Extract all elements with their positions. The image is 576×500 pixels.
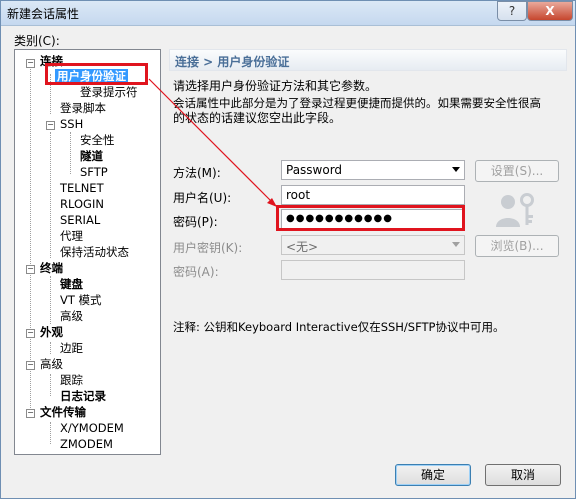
protocol-note: 注释: 公钥和Keyboard Interactive仅在SSH/SFTP协议中… <box>173 320 505 334</box>
user-key-label: 用户密钥(K): <box>173 241 243 255</box>
browse-button[interactable]: 浏览(B)... <box>475 235 559 257</box>
tree-item-vt-mode[interactable]: VT 模式 <box>60 293 102 308</box>
tree-item-login-script[interactable]: 登录脚本 <box>60 101 106 116</box>
tree-item-log[interactable]: 日志记录 <box>60 389 106 404</box>
tree-item-telnet[interactable]: TELNET <box>60 181 104 196</box>
tree-item-terminal-advanced[interactable]: 高级 <box>60 309 83 324</box>
collapse-toggle-icon[interactable]: − <box>26 409 35 418</box>
tree-line <box>50 342 51 354</box>
tree-item-keyboard[interactable]: 键盘 <box>60 277 83 292</box>
category-label: 类别(C): <box>14 34 60 48</box>
tree-line <box>50 374 51 396</box>
tree-item-appearance[interactable]: 外观 <box>40 325 63 340</box>
tree-line <box>50 422 51 444</box>
tree-item-security[interactable]: 安全性 <box>80 133 115 148</box>
tree-item-rlogin[interactable]: RLOGIN <box>60 197 104 212</box>
tree-item-proxy[interactable]: 代理 <box>60 229 83 244</box>
passphrase-label: 密码(A): <box>173 265 219 279</box>
ok-button[interactable]: 确定 <box>395 464 471 486</box>
passphrase-field[interactable] <box>281 260 465 280</box>
tree-item-terminal[interactable]: 终端 <box>40 261 63 276</box>
username-field[interactable]: root <box>281 185 465 205</box>
tree-item-login-prompts[interactable]: 登录提示符 <box>80 85 138 100</box>
tree-item-file-transfer[interactable]: 文件传输 <box>40 405 86 420</box>
tree-line <box>50 132 51 258</box>
chevron-down-icon <box>452 167 460 172</box>
cancel-button[interactable]: 取消 <box>485 464 561 486</box>
collapse-toggle-icon[interactable]: − <box>26 59 35 68</box>
chevron-down-icon <box>452 242 460 247</box>
tree-item-tunnel[interactable]: 隧道 <box>80 149 103 164</box>
tree-line <box>70 132 71 174</box>
user-key-select[interactable]: <无> <box>281 235 465 255</box>
method-select[interactable]: Password <box>281 160 465 180</box>
tree-item-margin[interactable]: 边距 <box>60 341 83 356</box>
close-button[interactable]: X <box>527 1 573 21</box>
user-key-value: <无> <box>286 240 319 254</box>
password-label: 密码(P): <box>173 215 218 229</box>
tree-item-sftp[interactable]: SFTP <box>80 165 108 180</box>
breadcrumb: 连接 > 用户身份验证 <box>175 55 290 69</box>
username-label: 用户名(U): <box>173 191 232 205</box>
collapse-toggle-icon[interactable]: − <box>26 361 35 370</box>
annotation-highlight-tree <box>45 63 148 85</box>
tree-item-keepalive[interactable]: 保持活动状态 <box>60 245 129 260</box>
tree-item-zmodem[interactable]: ZMODEM <box>60 437 113 452</box>
collapse-toggle-icon[interactable]: − <box>46 121 55 130</box>
user-key-icon <box>496 193 534 227</box>
tree-item-ssh[interactable]: SSH <box>60 117 83 132</box>
collapse-toggle-icon[interactable]: − <box>26 329 35 338</box>
annotation-highlight-password <box>276 205 465 231</box>
panel-header: 连接 > 用户身份验证 <box>169 49 567 71</box>
tree-line <box>50 276 51 324</box>
method-label: 方法(M): <box>173 166 221 180</box>
tree-item-xymodem[interactable]: X/YMODEM <box>60 421 124 436</box>
panel-description-3: 的状态的话建议您空出此字段。 <box>173 111 342 125</box>
settings-button[interactable]: 设置(S)... <box>475 160 559 182</box>
panel-description: 请选择用户身份验证方法和其它参数。 <box>173 79 378 93</box>
window-title: 新建会话属性 <box>7 7 80 21</box>
category-tree[interactable]: − 连接 用户身份验证 登录提示符 登录脚本 − SSH 安全性 隧道 SFTP… <box>14 49 161 455</box>
title-bar: 新建会话属性 ? X <box>1 1 575 26</box>
session-properties-dialog: 新建会话属性 ? X 类别(C): − 连接 用户身份验证 登录提示符 登录脚本… <box>0 0 576 499</box>
collapse-toggle-icon[interactable]: − <box>26 265 35 274</box>
help-button[interactable]: ? <box>497 1 527 21</box>
tree-item-serial[interactable]: SERIAL <box>60 213 100 228</box>
method-value: Password <box>286 163 343 177</box>
tree-item-trace[interactable]: 跟踪 <box>60 373 83 388</box>
tree-item-advanced[interactable]: 高级 <box>40 357 63 372</box>
